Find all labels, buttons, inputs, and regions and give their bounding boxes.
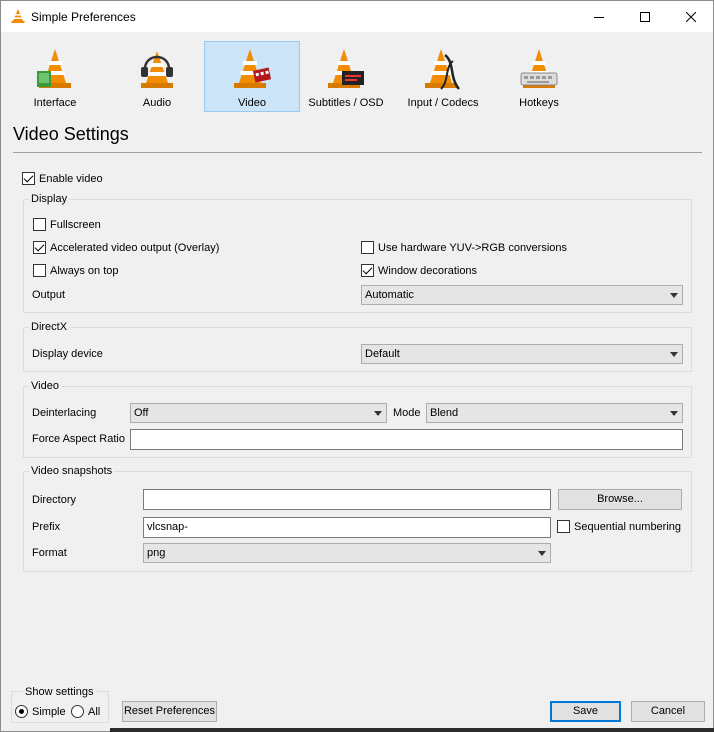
- fullscreen-checkbox[interactable]: Fullscreen: [33, 218, 101, 231]
- display-device-select[interactable]: Default: [361, 344, 683, 364]
- directx-group-title: DirectX: [29, 321, 70, 333]
- display-device-select-value: Default: [365, 348, 400, 360]
- preferences-window: Simple Preferences Interface Audio Video…: [0, 0, 714, 732]
- accelerated-output-checkbox[interactable]: Accelerated video output (Overlay): [33, 241, 219, 254]
- minimize-button[interactable]: [576, 1, 622, 32]
- accelerated-output-label: Accelerated video output (Overlay): [50, 241, 220, 254]
- display-device-label: Display device: [32, 348, 103, 360]
- window-decorations-checkbox[interactable]: Window decorations: [361, 264, 477, 277]
- taskbar-edge: [110, 728, 714, 732]
- accelerated-output-checkmark: [33, 241, 46, 254]
- show-settings-simple-radio[interactable]: Simple: [15, 705, 66, 718]
- cone-interface-icon: [37, 49, 71, 88]
- cone-subtitles-icon: [328, 49, 364, 88]
- format-select-value: png: [147, 547, 166, 559]
- deinterlacing-select[interactable]: Off: [130, 403, 387, 423]
- output-select[interactable]: Automatic: [361, 285, 683, 305]
- hardware-yuv-checkmark: [361, 241, 374, 254]
- minimize-icon: [594, 16, 604, 18]
- category-subtitles-osd[interactable]: Subtitles / OSD: [298, 41, 394, 112]
- window-title: Simple Preferences: [31, 10, 136, 24]
- category-hotkeys[interactable]: Hotkeys: [491, 41, 587, 112]
- video-snapshots-group-title: Video snapshots: [29, 465, 115, 477]
- hardware-yuv-checkbox[interactable]: Use hardware YUV->RGB conversions: [361, 241, 567, 254]
- close-button[interactable]: [668, 1, 714, 32]
- category-subtitles-osd-label: Subtitles / OSD: [308, 97, 384, 109]
- category-input-codecs-label: Input / Codecs: [407, 97, 479, 109]
- prefix-field[interactable]: vlcsnap-: [143, 517, 551, 538]
- cone-keyboard-icon: [520, 49, 558, 88]
- deinterlacing-label: Deinterlacing: [32, 407, 97, 419]
- category-audio[interactable]: Audio: [109, 41, 205, 112]
- category-video-label: Video: [238, 97, 266, 109]
- category-interface[interactable]: Interface: [7, 41, 103, 112]
- always-on-top-checkbox[interactable]: Always on top: [33, 264, 118, 277]
- all-radio-indicator: [71, 705, 84, 718]
- sequential-numbering-checkbox[interactable]: Sequential numbering: [557, 520, 681, 533]
- mode-select-value: Blend: [430, 407, 459, 419]
- fullscreen-checkmark: [33, 218, 46, 231]
- chevron-down-icon: [538, 551, 546, 556]
- save-button[interactable]: Save: [550, 701, 621, 722]
- all-radio-label: All: [88, 705, 101, 718]
- directory-field[interactable]: [143, 489, 551, 510]
- format-label: Format: [32, 547, 67, 559]
- enable-video-checkbox[interactable]: Enable video: [22, 172, 103, 185]
- window-decorations-label: Window decorations: [378, 264, 478, 277]
- sequential-numbering-checkmark: [557, 520, 570, 533]
- output-label: Output: [32, 289, 66, 301]
- category-audio-label: Audio: [142, 97, 172, 109]
- close-icon: [686, 11, 696, 22]
- display-group-title: Display: [29, 193, 70, 205]
- browse-button[interactable]: Browse...: [558, 489, 682, 510]
- always-on-top-checkmark: [33, 264, 46, 277]
- cone-film-icon: [234, 49, 272, 88]
- cone-cable-icon: [425, 49, 461, 90]
- reset-preferences-button[interactable]: Reset Preferences: [122, 701, 217, 722]
- window-decorations-checkmark: [361, 264, 374, 277]
- category-video[interactable]: Video: [204, 41, 300, 112]
- prefix-label: Prefix: [32, 521, 61, 533]
- chevron-down-icon: [374, 411, 382, 416]
- format-select[interactable]: png: [143, 543, 551, 563]
- chevron-down-icon: [670, 411, 678, 416]
- force-aspect-ratio-label: Force Aspect Ratio: [32, 433, 125, 445]
- hardware-yuv-label: Use hardware YUV->RGB conversions: [378, 241, 568, 254]
- sequential-numbering-label: Sequential numbering: [574, 520, 682, 533]
- chevron-down-icon: [670, 352, 678, 357]
- page-title: Video Settings: [13, 124, 129, 144]
- vlc-cone-icon: [11, 9, 25, 23]
- maximize-icon: [640, 11, 650, 22]
- deinterlacing-select-value: Off: [134, 407, 149, 419]
- chevron-down-icon: [670, 293, 678, 298]
- always-on-top-label: Always on top: [50, 264, 119, 277]
- video-group-title: Video: [29, 380, 61, 392]
- title-divider: [13, 152, 702, 153]
- category-interface-label: Interface: [33, 97, 77, 109]
- simple-radio-label: Simple: [32, 705, 66, 718]
- simple-radio-indicator: [15, 705, 28, 718]
- output-select-value: Automatic: [365, 289, 414, 301]
- maximize-button[interactable]: [622, 1, 668, 32]
- category-toolbar: Interface Audio Video Subtitles / OSD In…: [7, 41, 707, 113]
- title-bar: Simple Preferences: [1, 1, 713, 32]
- cone-headphones-icon: [141, 51, 173, 88]
- fullscreen-label: Fullscreen: [50, 218, 101, 231]
- category-hotkeys-label: Hotkeys: [519, 97, 559, 109]
- show-settings-all-radio[interactable]: All: [71, 705, 100, 718]
- enable-video-checkmark: [22, 172, 35, 185]
- category-input-codecs[interactable]: Input / Codecs: [395, 41, 491, 112]
- mode-select[interactable]: Blend: [426, 403, 683, 423]
- cancel-button[interactable]: Cancel: [631, 701, 705, 722]
- enable-video-label: Enable video: [39, 172, 103, 185]
- directory-label: Directory: [32, 494, 77, 506]
- show-settings-title: Show settings: [23, 686, 96, 698]
- mode-label: Mode: [393, 407, 421, 419]
- force-aspect-ratio-field[interactable]: [130, 429, 683, 450]
